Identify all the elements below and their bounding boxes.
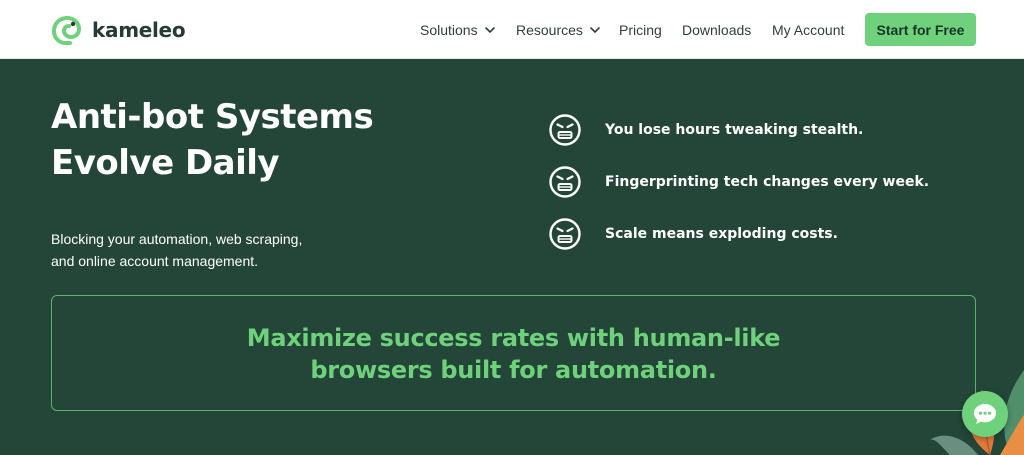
pain-point-item: You lose hours tweaking stealth. xyxy=(548,113,863,147)
pain-point-text: Scale means exploding costs. xyxy=(605,226,838,242)
angry-face-icon xyxy=(549,114,581,146)
nav-my-account-label: My Account xyxy=(772,22,845,38)
banner-text: Maximize success rates with human-like b… xyxy=(52,322,975,386)
nav-resources-label: Resources xyxy=(516,22,583,38)
chat-bubble-icon xyxy=(974,404,996,424)
hero-subtitle: Blocking your automation, web scraping, … xyxy=(51,228,351,272)
hero-title-line-1: Anti-bot Systems xyxy=(51,97,374,137)
nav-downloads-label: Downloads xyxy=(682,22,752,38)
hero-title-line-2: Evolve Daily xyxy=(51,143,280,183)
nav-resources[interactable]: Resources xyxy=(516,20,600,40)
logo-wordmark: kameleo xyxy=(92,18,186,42)
nav-my-account[interactable]: My Account xyxy=(772,20,844,40)
hero-title: Anti-bot Systems Evolve Daily xyxy=(51,94,374,186)
chameleon-logo-icon xyxy=(51,16,82,45)
pain-point-item: Fingerprinting tech changes every week. xyxy=(548,165,929,199)
start-for-free-button[interactable]: Start for Free xyxy=(865,13,976,46)
hero-subtitle-line-1: Blocking your automation, web scraping, xyxy=(51,231,303,247)
chevron-down-icon xyxy=(484,27,495,33)
chat-button[interactable] xyxy=(962,391,1008,437)
angry-face-icon xyxy=(549,166,581,198)
value-proposition-banner: Maximize success rates with human-like b… xyxy=(51,295,976,411)
kameleo-logo[interactable]: kameleo xyxy=(51,15,186,45)
nav-solutions[interactable]: Solutions xyxy=(420,20,495,40)
chevron-down-icon xyxy=(590,27,600,33)
pain-point-text: You lose hours tweaking stealth. xyxy=(605,122,864,138)
nav-pricing-label: Pricing xyxy=(619,22,662,38)
nav-pricing[interactable]: Pricing xyxy=(619,20,662,40)
angry-face-icon xyxy=(549,218,581,250)
site-header: kameleo Solutions Resources Pricing Down… xyxy=(0,0,1024,59)
banner-line-2: browsers built for automation. xyxy=(310,356,717,384)
hero-subtitle-line-2: and online account management. xyxy=(51,253,259,269)
nav-downloads[interactable]: Downloads xyxy=(682,20,751,40)
pain-point-text: Fingerprinting tech changes every week. xyxy=(605,174,930,190)
pain-point-item: Scale means exploding costs. xyxy=(548,217,838,251)
banner-line-1: Maximize success rates with human-like xyxy=(246,324,781,352)
nav-solutions-label: Solutions xyxy=(420,22,478,38)
